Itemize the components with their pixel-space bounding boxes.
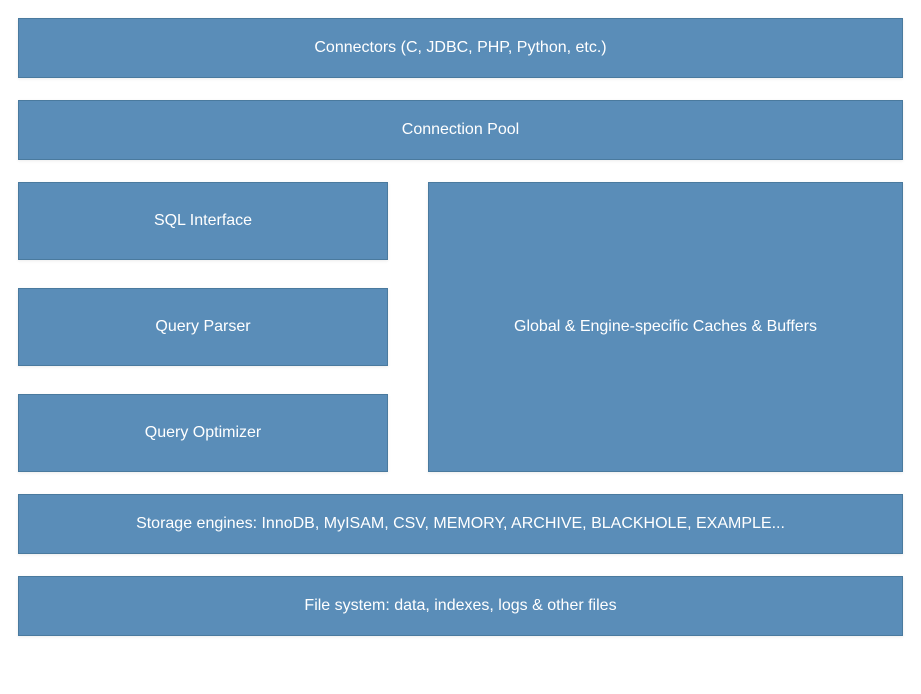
architecture-diagram: Connectors (C, JDBC, PHP, Python, etc.) … bbox=[18, 18, 903, 636]
sql-interface-box: SQL Interface bbox=[18, 182, 388, 260]
connection-pool-label: Connection Pool bbox=[402, 121, 519, 139]
file-system-layer: File system: data, indexes, logs & other… bbox=[18, 576, 903, 636]
storage-engines-label: Storage engines: InnoDB, MyISAM, CSV, ME… bbox=[136, 515, 785, 533]
left-column: SQL Interface Query Parser Query Optimiz… bbox=[18, 182, 388, 472]
query-parser-box: Query Parser bbox=[18, 288, 388, 366]
caches-buffers-label: Global & Engine-specific Caches & Buffer… bbox=[514, 318, 817, 336]
caches-buffers-box: Global & Engine-specific Caches & Buffer… bbox=[428, 182, 903, 472]
connection-pool-layer: Connection Pool bbox=[18, 100, 903, 160]
query-parser-label: Query Parser bbox=[155, 318, 250, 336]
middle-section: SQL Interface Query Parser Query Optimiz… bbox=[18, 182, 903, 472]
query-optimizer-box: Query Optimizer bbox=[18, 394, 388, 472]
sql-interface-label: SQL Interface bbox=[154, 212, 252, 230]
connectors-label: Connectors (C, JDBC, PHP, Python, etc.) bbox=[314, 39, 606, 57]
file-system-label: File system: data, indexes, logs & other… bbox=[304, 597, 616, 615]
connectors-layer: Connectors (C, JDBC, PHP, Python, etc.) bbox=[18, 18, 903, 78]
query-optimizer-label: Query Optimizer bbox=[145, 424, 261, 442]
storage-engines-layer: Storage engines: InnoDB, MyISAM, CSV, ME… bbox=[18, 494, 903, 554]
